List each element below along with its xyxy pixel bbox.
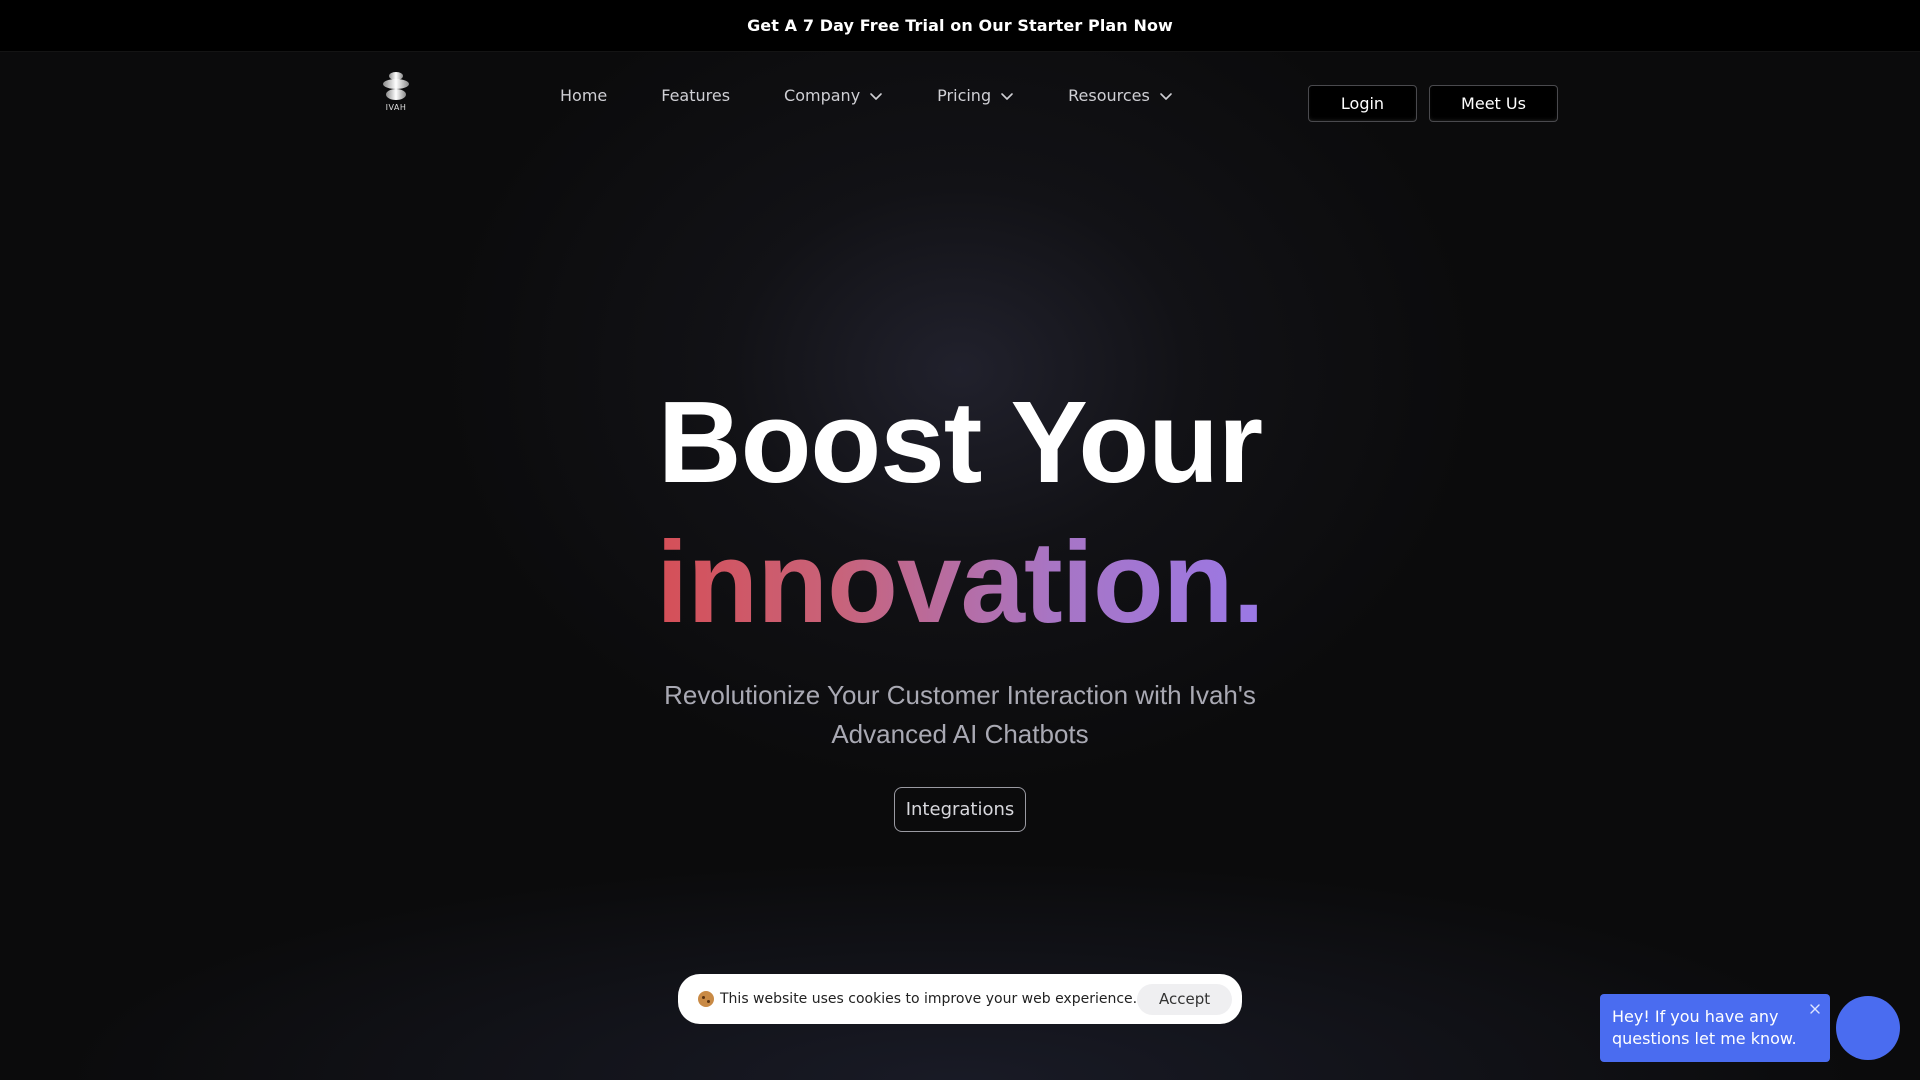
chat-message-line1: Hey! If you have any	[1612, 1007, 1779, 1026]
nav-item-features[interactable]: Features	[661, 86, 730, 105]
meet-us-button[interactable]: Meet Us	[1429, 85, 1558, 122]
nav-item-home[interactable]: Home	[560, 86, 607, 105]
nav-item-label: Pricing	[937, 86, 992, 105]
nav-item-label: Home	[560, 86, 608, 105]
logo[interactable]: IVAH	[380, 72, 412, 118]
nav-item-label: Company	[784, 86, 861, 105]
hero-title-line2: innovation.	[0, 520, 1920, 644]
hero-subtitle-line1: Revolutionize Your Customer Interaction …	[664, 680, 1256, 710]
hero-title-line1: Boost Your	[657, 377, 1263, 507]
accept-cookies-button[interactable]: Accept	[1137, 983, 1232, 1015]
cookie-text: This website uses cookies to improve you…	[720, 991, 1138, 1007]
cookie-banner: This website uses cookies to improve you…	[678, 974, 1242, 1024]
hero-subtitle-line2: Advanced AI Chatbots	[831, 719, 1089, 749]
login-button[interactable]: Login	[1308, 85, 1417, 122]
logo-text: IVAH	[385, 103, 407, 112]
chat-message-line2: questions let me know.	[1612, 1029, 1797, 1048]
logo-mark-icon	[382, 72, 410, 102]
page: Get A 7 Day Free Trial on Our Starter Pl…	[0, 0, 1920, 1080]
nav-item-resources[interactable]: Resources	[1068, 86, 1173, 105]
close-icon[interactable]	[1808, 1000, 1822, 1014]
chevron-down-icon	[869, 91, 883, 101]
nav-item-label: Features	[661, 86, 731, 105]
main-nav: IVAH Home Features Company Pricing Resou…	[0, 52, 1920, 144]
hero-title-gradient-text: innovation.	[656, 517, 1265, 647]
chevron-down-icon	[1159, 91, 1173, 101]
chat-launcher-button[interactable]	[1836, 996, 1900, 1060]
nav-item-pricing[interactable]: Pricing	[937, 86, 1014, 105]
nav-links: Home Features Company Pricing Resources	[560, 86, 1173, 105]
chat-message-bubble[interactable]: Hey! If you have any questions let me kn…	[1600, 994, 1830, 1062]
cookie-icon	[698, 991, 714, 1007]
promo-text[interactable]: Get A 7 Day Free Trial on Our Starter Pl…	[747, 16, 1173, 35]
integrations-button[interactable]: Integrations	[894, 787, 1026, 832]
chevron-down-icon	[1000, 91, 1014, 101]
hero-subtitle: Revolutionize Your Customer Interaction …	[560, 676, 1360, 754]
nav-item-label: Resources	[1068, 86, 1150, 105]
nav-item-company[interactable]: Company	[784, 86, 883, 105]
promo-bar[interactable]: Get A 7 Day Free Trial on Our Starter Pl…	[0, 0, 1920, 52]
